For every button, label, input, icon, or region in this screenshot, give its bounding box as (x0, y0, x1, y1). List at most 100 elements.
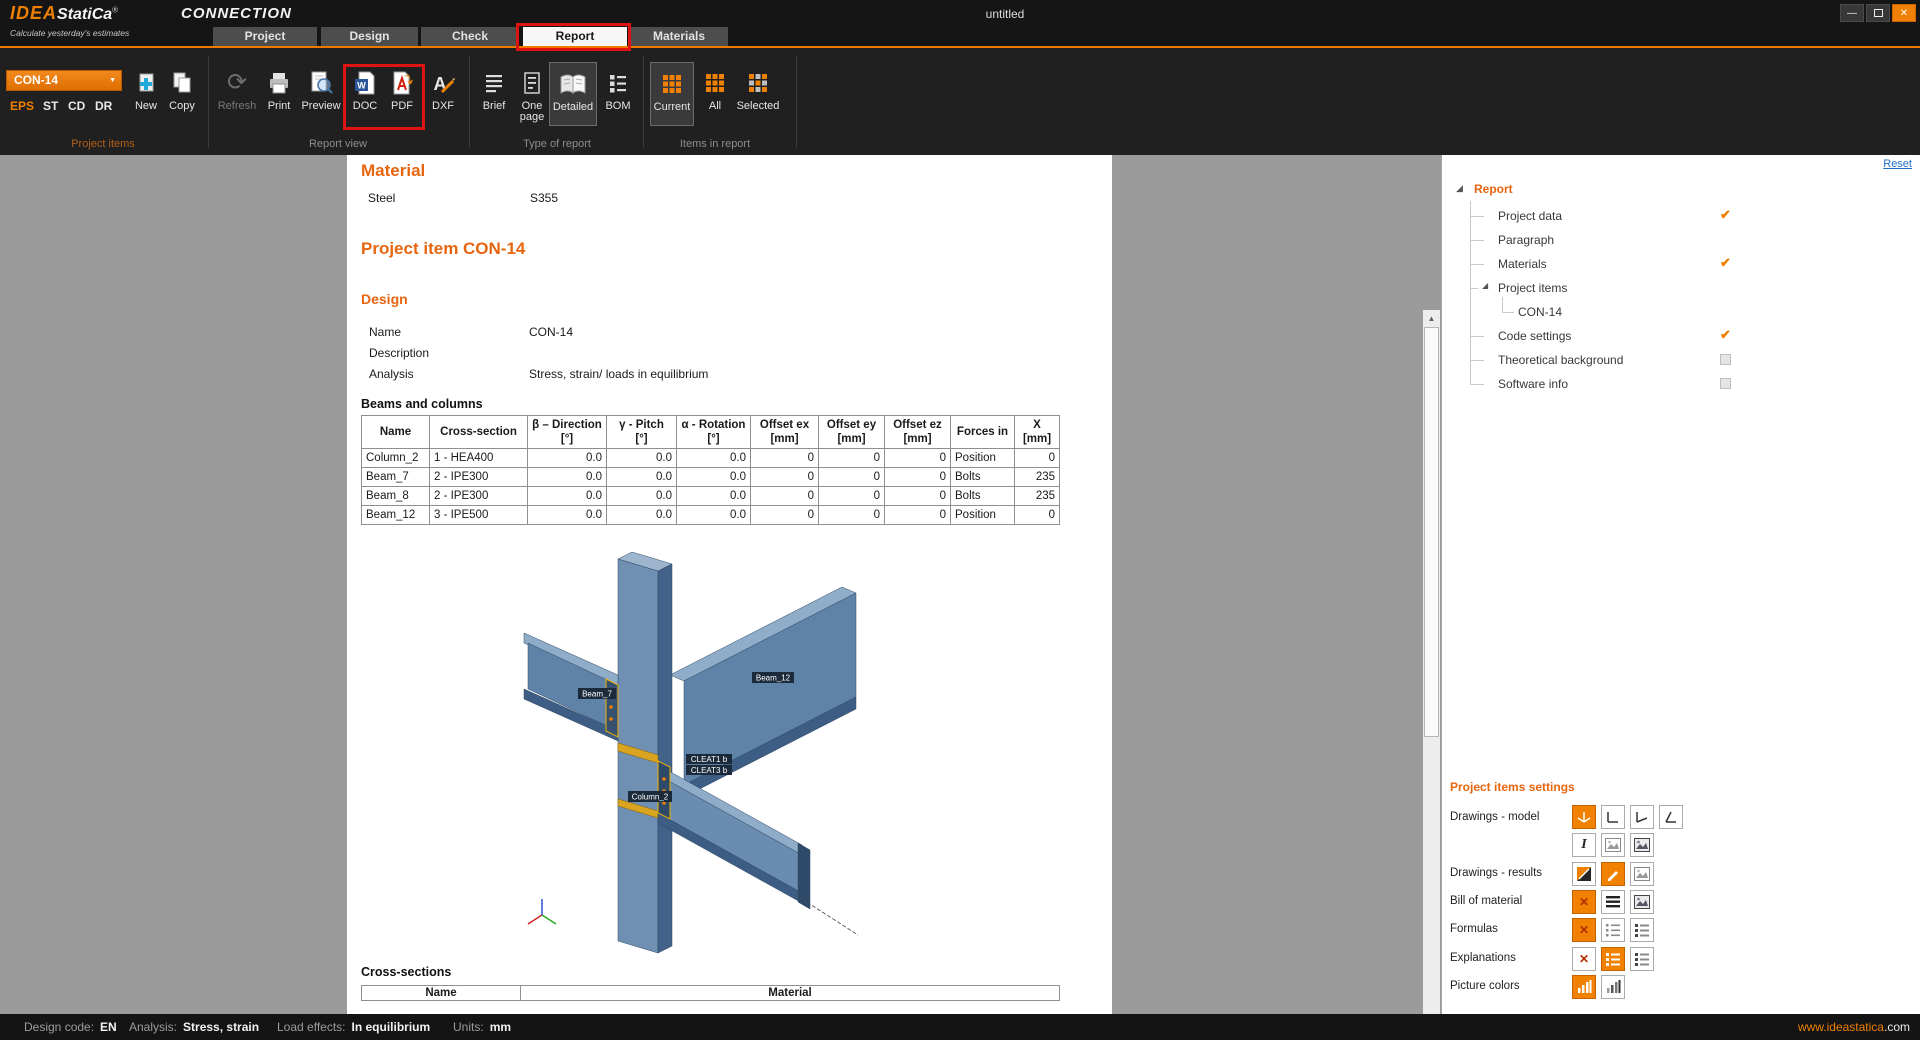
bom-button[interactable]: BOM (600, 66, 636, 112)
refresh-button[interactable]: ⟳ Refresh (215, 66, 259, 112)
tree-item-project-data[interactable]: Project data ✔ (1442, 207, 1920, 225)
view-xy-button[interactable] (1601, 805, 1625, 829)
tree-item-con-14[interactable]: CON-14 (1442, 303, 1920, 321)
checkbox-checked-icon[interactable]: ✔ (1720, 255, 1731, 271)
items-selected-icon (748, 66, 768, 100)
tree-item-project-items[interactable]: ◢ Project items (1442, 279, 1920, 297)
grayscale-chart-button[interactable] (1601, 975, 1625, 999)
minimize-icon: — (1847, 8, 1857, 19)
group-separator (643, 56, 644, 148)
preview-button[interactable]: Preview (298, 66, 344, 112)
group-separator (208, 56, 209, 148)
tab-check[interactable]: Check (421, 27, 519, 46)
scroll-up-icon[interactable]: ▲ (1423, 310, 1440, 327)
checkbox-unchecked[interactable] (1720, 354, 1731, 365)
table-header-row: Name Material (362, 986, 1060, 1001)
minimize-button[interactable]: — (1840, 4, 1864, 22)
export-doc-button[interactable]: W DOC (348, 66, 382, 112)
formulas-none-button[interactable]: ✕ (1572, 918, 1596, 942)
items-current-icon (662, 67, 682, 101)
export-pdf-button[interactable]: PDF (385, 66, 419, 112)
close-button[interactable]: ✕ (1892, 4, 1916, 22)
axis-triad-icon (528, 899, 556, 924)
tree-item-paragraph[interactable]: Paragraph (1442, 231, 1920, 249)
export-dxf-button[interactable]: A DXF (426, 66, 460, 112)
explanations-list-button[interactable] (1601, 947, 1625, 971)
x-icon: ✕ (1579, 924, 1589, 936)
code-button-st[interactable]: ST (43, 99, 58, 115)
explanations-none-button[interactable]: ✕ (1572, 947, 1596, 971)
heading-project-items-settings: Project items settings (1450, 780, 1575, 794)
design-row-label: Name (369, 325, 401, 339)
formulas-list-button[interactable] (1630, 918, 1654, 942)
status-units: Units:mm (453, 1020, 511, 1034)
tree-item-materials[interactable]: Materials ✔ (1442, 255, 1920, 273)
tree-item-software-info[interactable]: Software info (1442, 375, 1920, 393)
heading-beams-and-columns: Beams and columns (361, 397, 483, 411)
items-current-button[interactable]: Current (650, 62, 694, 126)
tree-item-theoretical-background[interactable]: Theoretical background (1442, 351, 1920, 369)
model-label-cleat1: CLEAT1 b (686, 754, 732, 764)
view-xz-button[interactable] (1630, 805, 1654, 829)
code-button-eps[interactable]: EPS (10, 99, 34, 115)
label-picture-colors: Picture colors (1450, 980, 1520, 992)
picture-button[interactable] (1601, 833, 1625, 857)
picture-dark-button[interactable] (1630, 833, 1654, 857)
app-tagline: Calculate yesterday's estimates (10, 28, 129, 38)
heading-design: Design (361, 291, 408, 307)
model-label-column2: Column_2 (628, 791, 672, 802)
tree-root-report[interactable]: Report (1474, 182, 1513, 196)
text-style-button[interactable]: I (1572, 833, 1596, 857)
scrollbar-thumb[interactable] (1424, 327, 1439, 737)
print-button[interactable]: Print (261, 66, 297, 112)
code-button-cd[interactable]: CD (68, 99, 85, 115)
detailed-button[interactable]: Detailed (549, 62, 597, 126)
code-button-dr[interactable]: DR (95, 99, 112, 115)
formulas-short-button[interactable] (1601, 918, 1625, 942)
connection-3d-model[interactable]: Beam_7 Beam_12 CLEAT1 b CLEAT3 b Column_… (520, 547, 863, 959)
results-picture-button[interactable] (1630, 862, 1654, 886)
explanations-full-button[interactable] (1630, 947, 1654, 971)
checkbox-checked-icon[interactable]: ✔ (1720, 327, 1731, 343)
brief-button[interactable]: Brief (477, 66, 511, 112)
view-axonometry-button[interactable] (1572, 805, 1596, 829)
tree-item-code-settings[interactable]: Code settings ✔ (1442, 327, 1920, 345)
document-title: untitled (90, 7, 1920, 21)
tab-project[interactable]: Project (213, 27, 317, 46)
tree-expander-icon[interactable]: ◢ (1482, 281, 1488, 290)
reset-link[interactable]: Reset (1883, 158, 1912, 170)
view-yz-button[interactable] (1659, 805, 1683, 829)
group-label-type-of-report: Type of report (477, 138, 637, 150)
tab-report[interactable]: Report (523, 27, 627, 46)
word-doc-icon: W (352, 66, 378, 100)
close-icon: ✕ (1900, 8, 1908, 19)
bom-picture-button[interactable] (1630, 890, 1654, 914)
bom-icon (606, 66, 630, 100)
project-item-combobox[interactable]: CON-14 ▼ (6, 70, 122, 91)
checkbox-unchecked[interactable] (1720, 378, 1731, 389)
vertical-scrollbar[interactable]: ▲ ▼ (1423, 310, 1440, 1040)
bom-lines-button[interactable] (1601, 890, 1625, 914)
tab-design[interactable]: Design (321, 27, 418, 46)
colors-chart-button[interactable] (1572, 975, 1596, 999)
status-load-effects: Load effects:In equilibrium (277, 1020, 430, 1034)
copy-button[interactable]: Copy (164, 66, 200, 112)
bom-none-button[interactable]: ✕ (1572, 890, 1596, 914)
website-link[interactable]: www.ideastatica.com (1798, 1020, 1910, 1034)
new-button[interactable]: New (130, 66, 162, 112)
items-all-button[interactable]: All (699, 66, 731, 112)
maximize-button[interactable] (1866, 4, 1890, 22)
project-item-combobox-value: CON-14 (14, 73, 58, 87)
report-settings-panel: Reset ◢ Report Project data ✔ Paragraph … (1441, 155, 1920, 1014)
results-split-button[interactable] (1572, 862, 1596, 886)
text-cursor-icon: I (1581, 837, 1586, 853)
maximize-icon (1874, 9, 1883, 17)
one-page-button[interactable]: One page (513, 66, 551, 123)
design-row-value: CON-14 (529, 325, 573, 339)
checkbox-checked-icon[interactable]: ✔ (1720, 207, 1731, 223)
results-drawing-button[interactable] (1601, 862, 1625, 886)
tree-expander-icon[interactable]: ◢ (1456, 183, 1463, 194)
logo-idea: IDEA (10, 3, 57, 23)
tab-materials[interactable]: Materials (630, 27, 728, 46)
items-selected-button[interactable]: Selected (733, 66, 783, 112)
